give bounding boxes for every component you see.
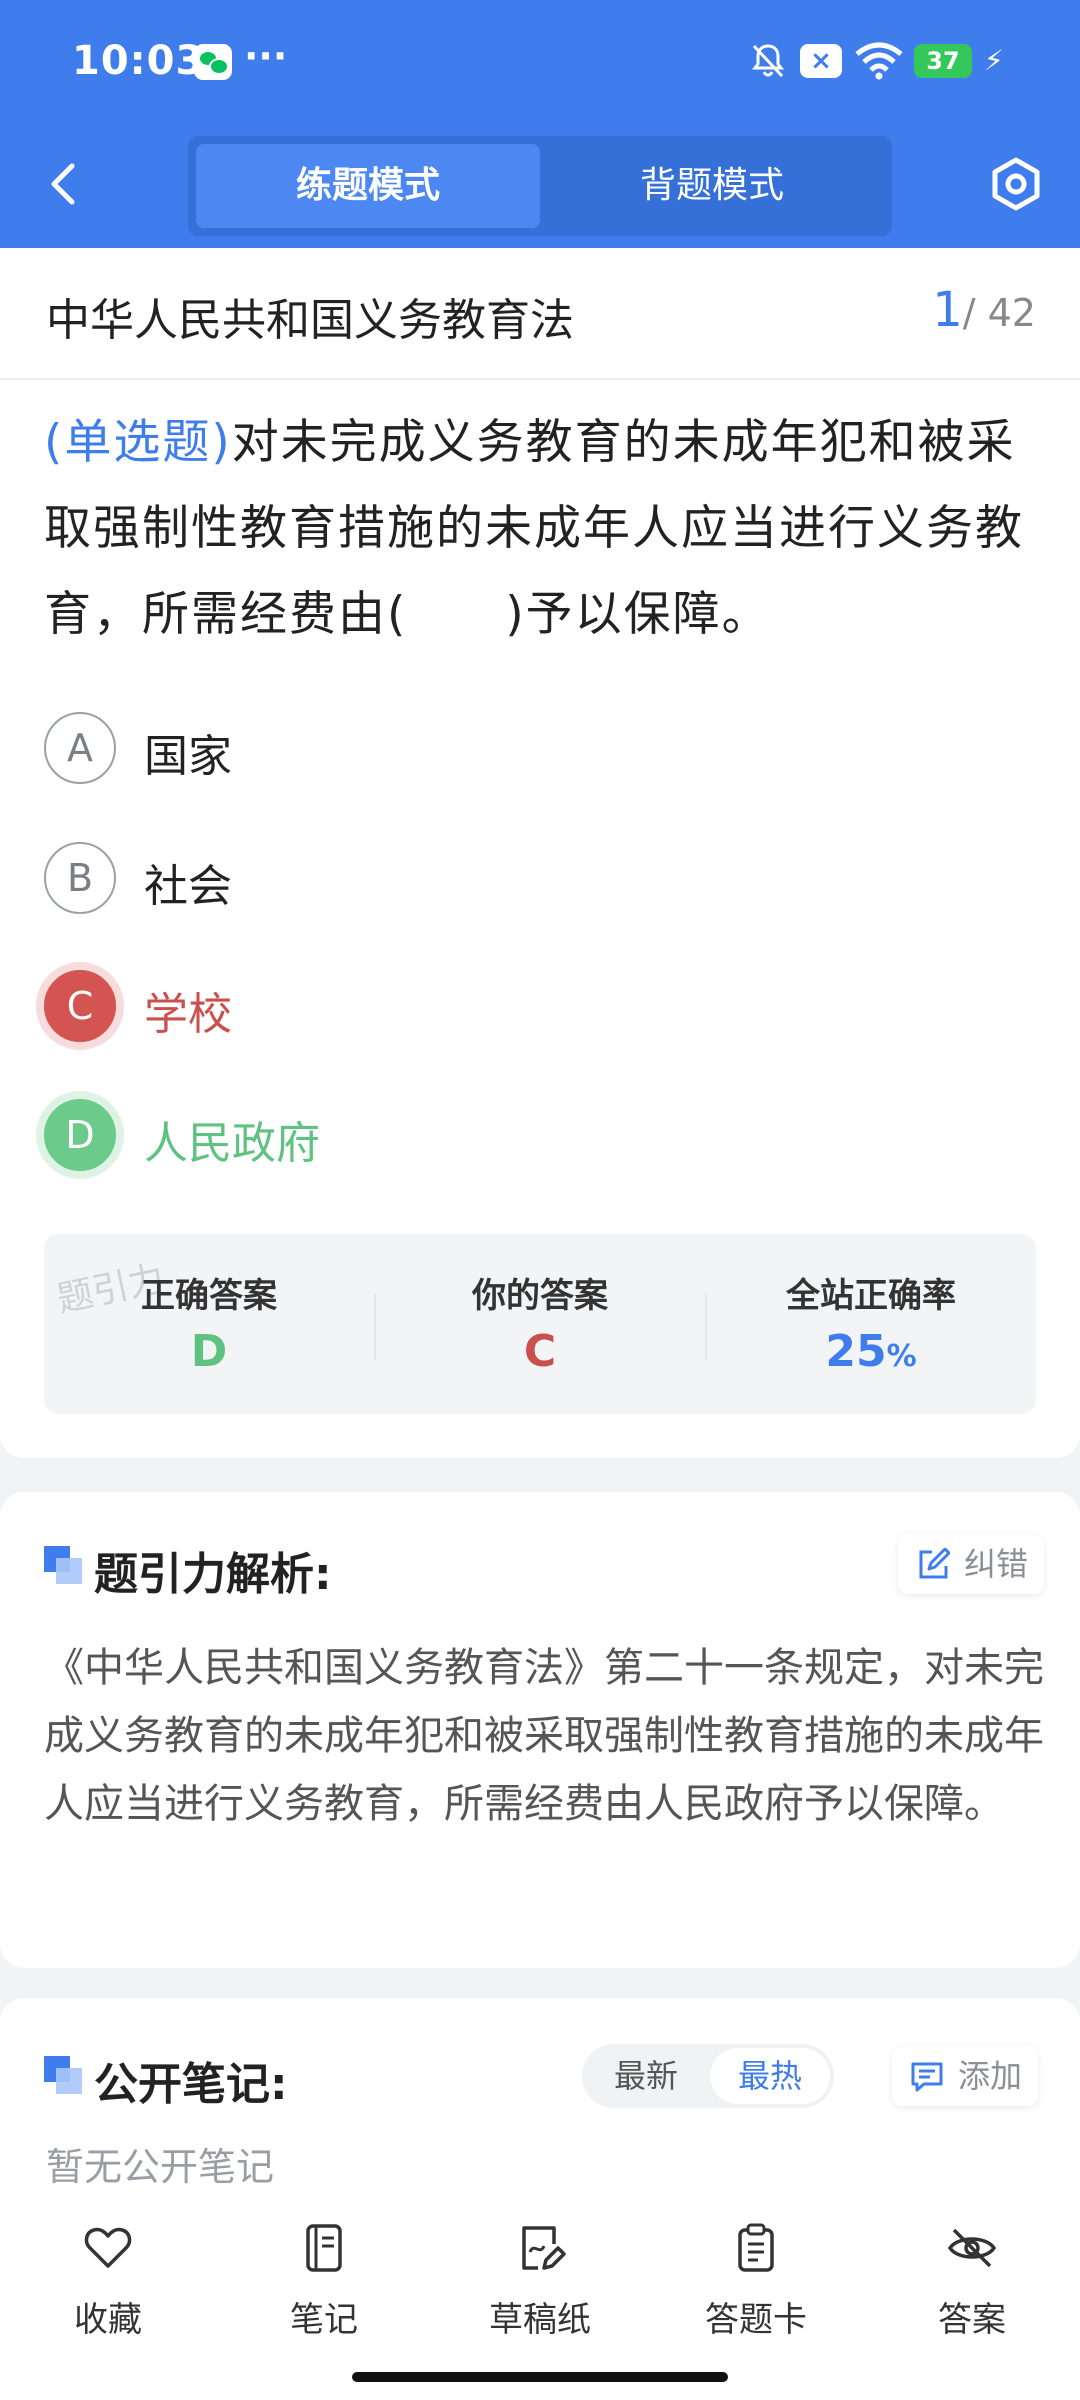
status-bar: 10:03 ··· × 37 ⚡ (0, 0, 1080, 120)
option-d[interactable]: D 人民政府 (44, 1099, 944, 1173)
option-b[interactable]: B 社会 (44, 842, 944, 916)
report-error-label: 纠错 (964, 1545, 1029, 1583)
nav-draft-label: 草稿纸 (489, 2300, 591, 2340)
question-type: (单选题) (44, 415, 232, 470)
edit-icon (919, 1548, 950, 1579)
report-error-button[interactable]: 纠错 (898, 1534, 1045, 1594)
option-text: 学校 (144, 989, 232, 1040)
settings-gear-icon[interactable] (988, 156, 1044, 212)
eye-off-icon (947, 2228, 997, 2268)
nav-answer[interactable]: 答案 (892, 2222, 1052, 2342)
add-note-label: 添加 (958, 2057, 1023, 2095)
tab-practice-mode[interactable]: 练题模式 (196, 144, 540, 228)
subject-title: 中华人民共和国义务教育法 (46, 295, 574, 346)
clipboard-icon (738, 2223, 774, 2272)
tab-memorize-mode[interactable]: 背题模式 (540, 144, 884, 228)
option-letter: D (44, 1099, 116, 1171)
accuracy-block: 全站正确率 25% (706, 1234, 1036, 1414)
nav-answer-card-label: 答题卡 (705, 2300, 807, 2340)
home-indicator[interactable] (352, 2372, 728, 2382)
analysis-title: 题引力解析: (94, 1549, 332, 1600)
option-letter: A (44, 712, 116, 784)
notes-empty-text: 暂无公开笔记 (46, 2145, 275, 2189)
sim-blocked-icon: × (800, 44, 842, 78)
add-note-button[interactable]: 添加 (892, 2046, 1039, 2106)
accuracy-label: 全站正确率 (786, 1276, 956, 1316)
battery-icon: 37 (914, 44, 972, 78)
nav-draft[interactable]: 草稿纸 (460, 2222, 620, 2342)
option-letter: C (44, 970, 116, 1042)
notes-sort-switch: 最新 最热 (582, 2044, 834, 2108)
nav-notes[interactable]: 笔记 (244, 2222, 404, 2342)
your-answer-value: C (523, 1326, 557, 1377)
accuracy-number: 25 (825, 1326, 887, 1377)
your-answer-label: 你的答案 (472, 1276, 608, 1316)
wifi-icon (855, 42, 903, 80)
mode-switch: 练题模式 背题模式 (188, 136, 892, 236)
option-text: 人民政府 (144, 1118, 320, 1169)
correct-answer-value: D (190, 1326, 228, 1377)
nav-notes-label: 笔记 (290, 2300, 358, 2340)
sort-hot-tab[interactable]: 最热 (710, 2048, 830, 2104)
question-counter: 1/ 42 (932, 282, 1036, 338)
correct-answer-block: 正确答案 D (44, 1234, 374, 1414)
notes-title: 公开笔记: (94, 2059, 288, 2110)
accuracy-value: 25% (706, 1326, 1036, 1377)
question-stem: (单选题)对未完成义务教育的未成年犯和被采取强制性教育措施的未成年人应当进行义务… (44, 400, 1044, 658)
notebook-icon (306, 2224, 342, 2272)
option-a[interactable]: A 国家 (44, 712, 944, 786)
bell-muted-icon (752, 44, 784, 78)
correct-answer-label: 正确答案 (141, 1276, 277, 1316)
nav-answer-card[interactable]: 答题卡 (676, 2222, 836, 2342)
sort-latest-tab[interactable]: 最新 (586, 2048, 706, 2104)
charging-icon: ⚡ (984, 44, 1004, 77)
nav-favorite[interactable]: 收藏 (28, 2222, 188, 2342)
wechat-icon (194, 44, 232, 80)
draft-pen-icon (522, 2226, 566, 2270)
analysis-text: 《中华人民共和国义务教育法》第二十一条规定，对未完成义务教育的未成年犯和被采取强… (44, 1645, 1044, 1827)
accuracy-unit: % (886, 1339, 917, 1374)
comment-add-icon (911, 2062, 943, 2092)
option-text: 国家 (144, 731, 232, 782)
section-squares-icon (44, 1546, 84, 1586)
your-answer-block: 你的答案 C (375, 1234, 705, 1414)
status-time: 10:03 (72, 38, 205, 84)
option-letter: B (44, 842, 116, 914)
option-text: 社会 (144, 861, 232, 912)
nav-favorite-label: 收藏 (74, 2300, 142, 2340)
option-c[interactable]: C 学校 (44, 970, 944, 1044)
total-questions: / 42 (962, 291, 1036, 335)
section-squares-icon (44, 2056, 84, 2096)
back-arrow-icon[interactable] (44, 160, 84, 208)
nav-answer-label: 答案 (938, 2300, 1006, 2340)
answer-stats: 题引力 正确答案 D 你的答案 C 全站正确率 25% (44, 1234, 1036, 1414)
divider (0, 378, 1080, 380)
heart-icon (84, 2227, 132, 2268)
current-question-number: 1 (932, 282, 963, 338)
more-notifications-icon: ··· (244, 34, 288, 78)
